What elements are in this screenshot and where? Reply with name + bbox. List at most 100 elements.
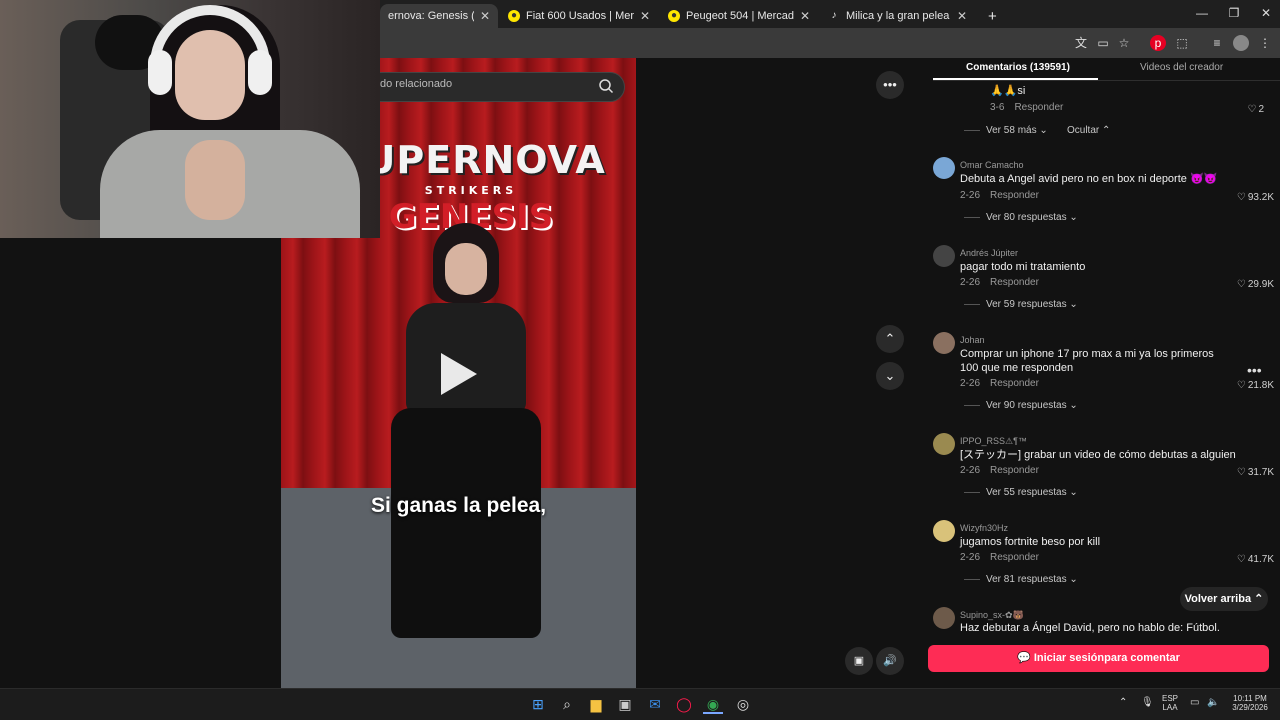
profile-avatar[interactable] <box>1233 35 1249 51</box>
hide-button[interactable]: Ocultar ⌃ <box>1067 125 1110 136</box>
volume-icon[interactable]: 🔊 <box>876 647 904 675</box>
video-subtitle: Si ganas la pelea, <box>370 494 547 517</box>
chevron-down-icon: ⌄ <box>1069 212 1078 223</box>
comment-more-icon[interactable]: ••• <box>1247 362 1262 378</box>
view-replies-button[interactable]: Ver 55 respuestas ⌄ <box>964 487 1078 498</box>
view-replies-button[interactable]: Ver 59 respuestas ⌄ <box>964 299 1078 310</box>
view-replies-button[interactable]: Ver 81 respuestas ⌄ <box>964 574 1078 585</box>
avatar[interactable] <box>933 157 955 179</box>
pinterest-icon[interactable]: p <box>1150 35 1166 51</box>
close-tab-icon[interactable]: ✕ <box>480 9 490 23</box>
like-count: 2 <box>1258 104 1264 115</box>
chrome-icon[interactable]: ◉ <box>703 694 723 714</box>
play-icon[interactable] <box>441 353 477 395</box>
reply-button[interactable]: Responder <box>990 277 1039 288</box>
heart-icon: ♡ <box>1236 279 1246 290</box>
tab-label: Peugeot 504 | Mercado Libre <box>686 10 794 22</box>
bookmark-star-icon[interactable]: ☆ <box>1116 35 1132 51</box>
avatar[interactable] <box>933 607 955 629</box>
comment-text: Haz debutar a Ángel David, pero no hablo… <box>960 622 1220 633</box>
clock[interactable]: 10:11 PM 3/29/2026 <box>1228 694 1272 712</box>
hide-label: Ocultar <box>1067 125 1100 136</box>
search-icon[interactable]: ⌕ <box>557 694 577 714</box>
chevron-down-icon: ⌄ <box>1069 487 1078 498</box>
close-tab-icon[interactable]: ✕ <box>957 9 967 23</box>
like-button[interactable]: ♡ 93.2K <box>1214 192 1274 203</box>
comment-username[interactable]: Omar Camacho <box>960 160 1024 170</box>
mercadolibre-icon: ● <box>668 10 680 22</box>
like-button[interactable]: ♡ 41.7K <box>1214 554 1274 565</box>
minimize-button[interactable]: — <box>1192 6 1212 20</box>
tab-milica[interactable]: ♪ Milica y la gran pelea en Super ✕ <box>820 4 975 28</box>
reply-button[interactable]: Responder <box>1014 102 1063 113</box>
opera-icon[interactable]: ◯ <box>674 694 694 714</box>
tab-peugeot-504[interactable]: ● Peugeot 504 | Mercado Libre ✕ <box>660 4 818 28</box>
reading-list-icon[interactable]: ≡ <box>1209 35 1225 51</box>
cast-icon[interactable]: ▭ <box>1095 35 1111 51</box>
comment-username[interactable]: Johan <box>960 335 985 345</box>
windows-start-icon[interactable]: ⊞ <box>528 694 548 714</box>
microphone-icon[interactable]: 🎙 <box>1141 697 1154 708</box>
store-icon[interactable]: ▣ <box>615 694 635 714</box>
like-button[interactable]: ♡ 31.7K <box>1214 467 1274 478</box>
chevron-up-icon[interactable]: ⌃ <box>876 325 904 353</box>
close-window-button[interactable]: ✕ <box>1256 6 1276 20</box>
back-to-top-button[interactable]: Volver arriba ⌃ <box>1180 587 1268 611</box>
comment-text: pagar todo mi tratamiento <box>960 261 1086 273</box>
heart-icon: ♡ <box>1236 554 1246 565</box>
reply-button[interactable]: Responder <box>990 552 1039 563</box>
view-replies-label: Ver 90 respuestas <box>986 400 1067 411</box>
avatar[interactable] <box>933 332 955 354</box>
tab-comments[interactable]: Comentarios (139591) <box>966 62 1070 73</box>
tab-fiat-600[interactable]: ● Fiat 600 Usados | Mercado Libre ✕ <box>500 4 658 28</box>
avatar[interactable] <box>933 520 955 542</box>
close-tab-icon[interactable]: ✕ <box>640 9 650 23</box>
more-options-icon[interactable]: ••• <box>876 71 904 99</box>
mail-icon[interactable]: ✉ <box>645 694 665 714</box>
extensions-icon[interactable]: ⬚ <box>1174 35 1190 51</box>
file-explorer-icon[interactable]: ▆ <box>586 694 606 714</box>
reply-button[interactable]: Responder <box>990 465 1039 476</box>
speaker-icon[interactable]: 🔈 <box>1207 697 1219 708</box>
reply-button[interactable]: Responder <box>990 190 1039 201</box>
reply-button[interactable]: Responder <box>990 378 1039 389</box>
tab-tiktok-supernova[interactable]: ernova: Genesis (@supernc ✕ <box>380 4 498 28</box>
comment-username[interactable]: Wizyfn30Hz <box>960 523 1008 533</box>
avatar[interactable] <box>933 245 955 267</box>
chevron-down-icon[interactable]: ⌄ <box>876 362 904 390</box>
like-count: 93.2K <box>1247 192 1274 203</box>
restore-button[interactable]: ❐ <box>1224 6 1244 20</box>
language-indicator[interactable]: ESP LAA <box>1162 694 1178 712</box>
login-to-comment-button[interactable]: 💬 Iniciar sesiónpara comentar <box>928 645 1269 672</box>
comment-username[interactable]: Supino_sx-✿🐻 <box>960 610 1024 621</box>
like-button[interactable]: ♡ 29.9K <box>1214 279 1274 290</box>
comment-username[interactable]: IPPO_RSS⚠¶™ <box>960 436 1027 447</box>
network-icon[interactable]: ▭ <box>1190 697 1199 708</box>
heart-icon: ♡ <box>1236 380 1246 391</box>
person-figure <box>381 223 551 653</box>
comment-username[interactable]: Andrés Júpiter <box>960 248 1018 258</box>
translate-icon[interactable]: 文 <box>1073 35 1089 51</box>
menu-icon[interactable]: ⋮ <box>1257 35 1273 51</box>
search-icon[interactable] <box>598 78 614 94</box>
like-button[interactable]: ♡ 2 <box>1204 104 1264 115</box>
new-tab-button[interactable]: + <box>980 4 1000 28</box>
app-icon[interactable]: ◎ <box>733 694 753 714</box>
tray-chevron-up-icon[interactable]: ⌃ <box>1119 697 1127 708</box>
avatar[interactable] <box>933 433 955 455</box>
close-tab-icon[interactable]: ✕ <box>800 9 810 23</box>
comment-text: Debuta a Angel avid pero no en box ni de… <box>960 173 1218 185</box>
tab-creator-videos[interactable]: Videos del creador <box>1140 62 1223 73</box>
pip-icon[interactable]: ▣ <box>845 647 873 675</box>
comment-meta: 2-26 Responder <box>960 465 1039 476</box>
keyboard-layout: LAA <box>1162 703 1178 712</box>
view-more-button[interactable]: Ver 58 más ⌄ <box>964 125 1048 136</box>
chevron-up-icon: ⌃ <box>1254 593 1264 605</box>
like-button[interactable]: ♡ 21.8K <box>1214 380 1274 391</box>
view-replies-button[interactable]: Ver 80 respuestas ⌄ <box>964 212 1078 223</box>
tiktok-icon: ♪ <box>831 10 837 21</box>
view-replies-button[interactable]: Ver 90 respuestas ⌄ <box>964 400 1078 411</box>
search-input[interactable]: do relacionado <box>380 78 452 90</box>
reply-date: 3-6 <box>990 102 1005 113</box>
heart-icon: ♡ <box>1247 104 1257 115</box>
